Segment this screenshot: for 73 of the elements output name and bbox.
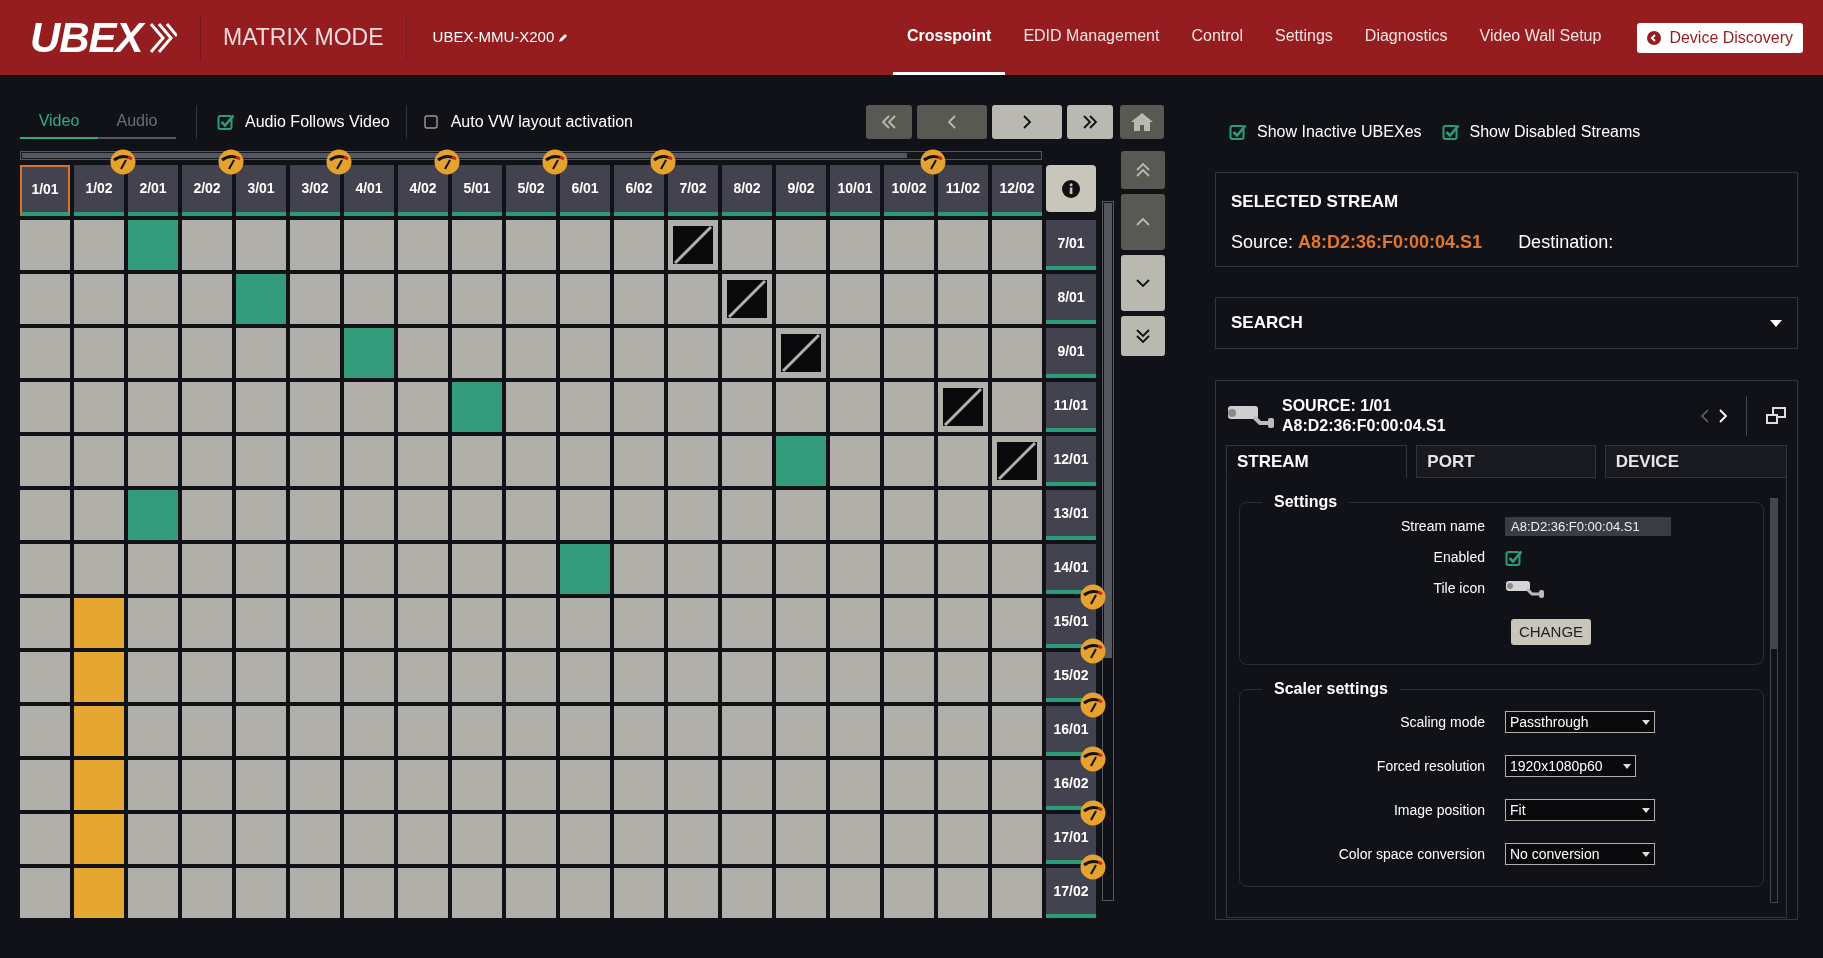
output-row-header[interactable]: 15/02 [1046,652,1096,702]
nav-tab[interactable]: Settings [1261,0,1347,75]
input-column-header[interactable]: 7/02 [668,165,718,216]
input-column-header[interactable]: 3/01 [236,165,286,216]
input-column-header[interactable]: 10/01 [830,165,880,216]
group-title: Settings [1273,492,1339,512]
input-column-header[interactable]: 4/02 [398,165,448,216]
source-address: A8:D2:36:F0:00:04.S1 [1298,230,1483,254]
output-row-header[interactable]: 9/01 [1046,328,1096,378]
search-section-header[interactable]: SEARCH [1215,297,1798,349]
output-row-header[interactable]: 16/02 [1046,760,1096,810]
nav-tab[interactable]: Control [1177,0,1258,75]
input-column-header[interactable]: 10/02 [884,165,934,216]
output-row-header[interactable]: 11/01 [1046,382,1096,432]
input-column-header[interactable]: 9/02 [776,165,826,216]
input-column-header[interactable]: 1/02 [74,165,124,216]
output-row-header[interactable]: 14/01 [1046,544,1096,594]
change-button[interactable]: CHANGE [1511,619,1591,645]
stream-name-field[interactable]: A8:D2:36:F0:00:04.S1 [1505,517,1671,536]
input-column-header[interactable]: 8/02 [722,165,772,216]
panel-title: SELECTED STREAM [1231,191,1400,213]
filter-label: Show Inactive UBEXes [1257,122,1422,142]
input-column-header[interactable]: 2/02 [182,165,232,216]
detail-tab[interactable]: DEVICE [1604,445,1787,478]
field-label: Color space conversion [1337,844,1485,864]
nav-tab[interactable]: Crosspoint [892,0,1006,75]
option-label: Auto VW layout activation [450,112,633,132]
section-title: SEARCH [1231,312,1303,335]
output-row-header[interactable]: 17/02 [1046,868,1096,918]
output-row-header[interactable]: 7/01 [1046,220,1096,270]
media-tab[interactable]: Audio [98,105,176,139]
device-name: UBEX-MMU-X200 [432,27,555,48]
input-column-header[interactable]: 1/01 [20,165,70,216]
media-tab[interactable]: Video [20,105,98,139]
field-label: Enabled [1432,548,1485,567]
input-column-header[interactable]: 12/02 [992,165,1042,216]
input-column-header[interactable]: 4/01 [344,165,394,216]
output-row-header[interactable]: 17/01 [1046,814,1096,864]
option-label: Audio Follows Video [245,112,390,132]
dropdown[interactable]: No conversion [1505,843,1655,865]
source-label: Source: [1231,230,1294,254]
field-label: Stream name [1399,517,1485,536]
destination-label: Destination: [1518,230,1614,254]
field-label: Image position [1392,800,1485,820]
device-discovery-button[interactable]: Device Discovery [1637,22,1803,53]
app-mode-title: MATRIX MODE [222,23,385,53]
dropdown[interactable]: 1920x1080p60 [1505,755,1636,777]
input-column-header[interactable]: 6/02 [614,165,664,216]
detail-tab[interactable]: PORT [1416,445,1596,478]
output-row-header[interactable]: 16/01 [1046,706,1096,756]
field-label: Scaling mode [1399,712,1485,732]
source-address: A8:D2:36:F0:00:04.S1 [1282,416,1446,436]
group-title: Scaler settings [1273,679,1389,699]
input-column-header[interactable]: 11/02 [938,165,988,216]
source-title: SOURCE: 1/01 [1282,396,1393,416]
output-row-header[interactable]: 13/01 [1046,490,1096,540]
input-column-header[interactable]: 2/01 [128,165,178,216]
input-column-header[interactable]: 3/02 [290,165,340,216]
output-row-header[interactable]: 15/01 [1046,598,1096,648]
dropdown[interactable]: Fit [1505,799,1655,821]
nav-tab[interactable]: EDID Management [1009,0,1174,75]
field-label: Forced resolution [1375,756,1485,776]
input-column-header[interactable]: 5/01 [452,165,502,216]
field-label: Tile icon [1432,579,1485,598]
output-row-header[interactable]: 12/01 [1046,436,1096,486]
dropdown[interactable]: Passthrough [1505,711,1655,733]
input-column-header[interactable]: 5/02 [506,165,556,216]
input-column-header[interactable]: 6/01 [560,165,610,216]
output-row-header[interactable]: 8/01 [1046,274,1096,324]
nav-tab[interactable]: Diagnostics [1350,0,1462,75]
nav-tab[interactable]: Video Wall Setup [1465,0,1616,75]
detail-tab[interactable]: STREAM [1226,445,1408,478]
filter-label: Show Disabled Streams [1469,122,1641,142]
